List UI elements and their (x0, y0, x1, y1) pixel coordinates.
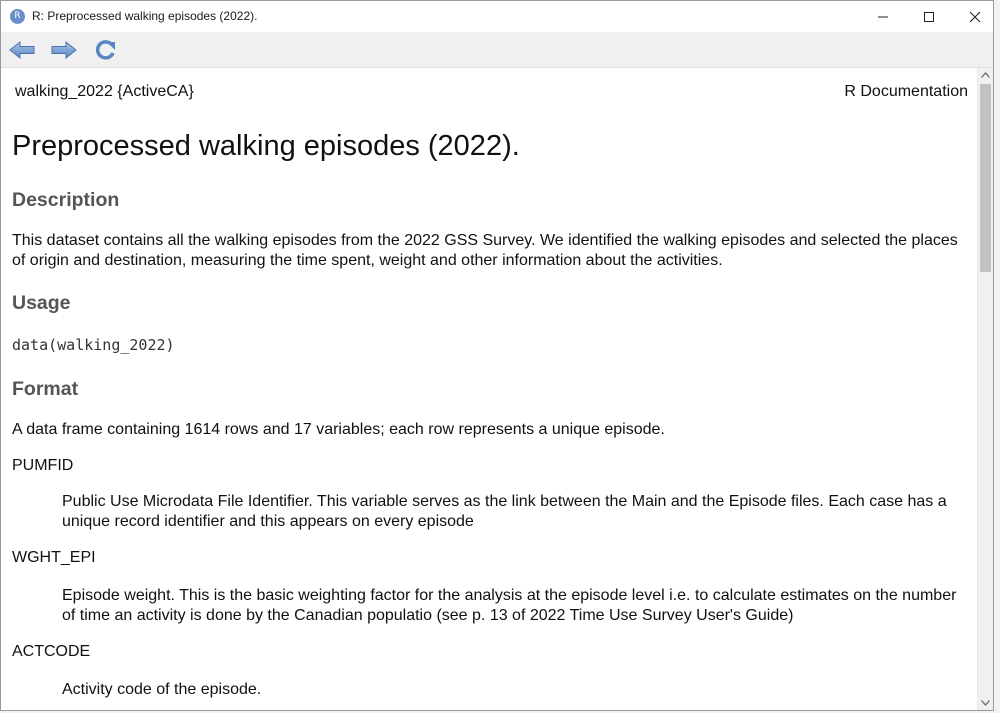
close-icon (969, 11, 981, 22)
toolbar (1, 32, 993, 68)
topic-package-label: walking_2022 {ActiveCA} (15, 83, 194, 100)
close-button[interactable] (952, 1, 993, 32)
minimize-button[interactable] (860, 1, 906, 32)
usage-heading: Usage (12, 292, 71, 314)
scroll-thumb[interactable] (980, 84, 991, 272)
chevron-up-icon (981, 72, 990, 78)
variable-name: PUMFID (12, 457, 74, 474)
title-bar: R R: Preprocessed walking episodes (2022… (1, 1, 993, 32)
scroll-down-button[interactable] (978, 696, 993, 710)
vertical-scrollbar[interactable] (977, 68, 993, 710)
help-content: walking_2022 {ActiveCA} R Documentation … (1, 68, 979, 710)
usage-code: data(walking_2022) (12, 336, 175, 354)
variable-name: WGHT_EPI (12, 549, 96, 566)
variable-name: ACTCODE (12, 643, 91, 660)
format-heading: Format (12, 378, 79, 400)
back-button[interactable] (7, 37, 37, 63)
arrow-left-icon (9, 40, 35, 60)
variable-description: Activity code of the episode. (62, 681, 262, 698)
variable-description: Episode weight. This is the basic weight… (62, 587, 957, 624)
scroll-up-button[interactable] (978, 68, 993, 82)
description-heading: Description (12, 189, 120, 211)
r-app-icon: R (10, 9, 25, 24)
r-documentation-label: R Documentation (844, 83, 968, 100)
forward-button[interactable] (49, 37, 79, 63)
help-window: R R: Preprocessed walking episodes (2022… (0, 0, 994, 711)
chevron-down-icon (981, 700, 990, 706)
description-text: This dataset contains all the walking ep… (12, 232, 958, 269)
refresh-icon (95, 40, 115, 60)
minimize-icon (878, 16, 888, 17)
format-text: A data frame containing 1614 rows and 17… (12, 421, 665, 438)
page-title: Preprocessed walking episodes (2022). (12, 130, 520, 162)
window-title: R: Preprocessed walking episodes (2022). (32, 9, 258, 23)
arrow-right-icon (51, 40, 77, 60)
variable-description: Public Use Microdata File Identifier. Th… (62, 493, 947, 530)
maximize-icon (924, 11, 934, 22)
refresh-button[interactable] (91, 37, 121, 63)
maximize-button[interactable] (906, 1, 952, 32)
